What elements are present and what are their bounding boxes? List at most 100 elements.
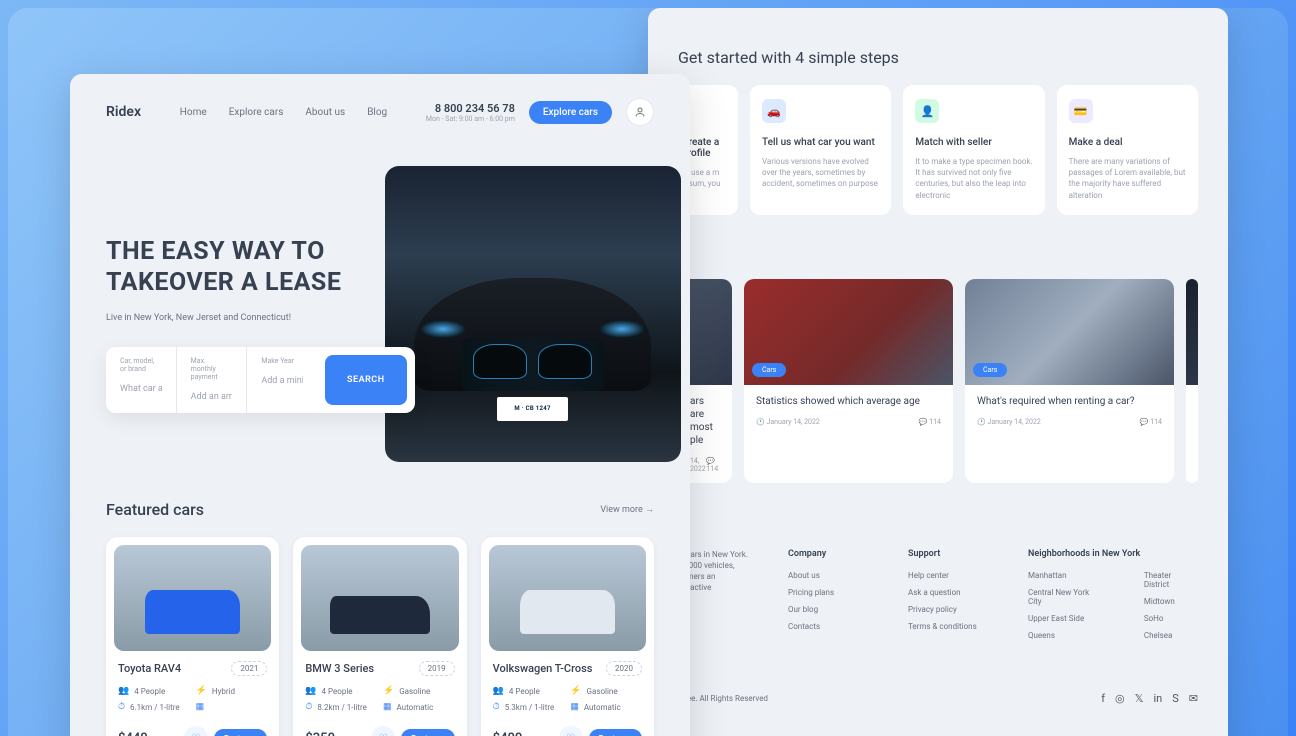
year-badge: 2019 xyxy=(419,661,455,676)
blog-badge: Cars xyxy=(973,363,1007,377)
rent-button[interactable]: Rent now xyxy=(401,729,454,736)
step-card: 💳 Make a deal There are many variations … xyxy=(1057,85,1198,215)
car-card: Volkswagen T-Cross2020 👥4 People ⚡Gasoli… xyxy=(481,537,654,736)
blog-image: Cars xyxy=(744,279,953,385)
rent-button[interactable]: Rent now xyxy=(214,729,267,736)
view-more-link[interactable]: View more → xyxy=(600,504,654,515)
favorite-button[interactable]: ♡ xyxy=(559,726,583,736)
nav-blog[interactable]: Blog xyxy=(367,107,387,118)
search-bar: Car, model, or brand Max. monthly paymen… xyxy=(106,347,415,413)
footer-link[interactable]: Contacts xyxy=(788,622,868,631)
footer: al cars in New York. 19,000 vehicles, su… xyxy=(678,549,1198,705)
favorite-button[interactable]: ♡ xyxy=(184,726,208,736)
search-label-year: Make Year xyxy=(261,357,303,365)
featured-title: Featured cars xyxy=(106,500,204,519)
nav-about[interactable]: About us xyxy=(305,107,345,118)
search-input-model[interactable] xyxy=(120,384,162,394)
hero-image: M · CB 1247 xyxy=(385,166,681,462)
footer-link[interactable]: Central New York City xyxy=(1028,588,1104,606)
rent-button[interactable]: Rent now xyxy=(589,729,642,736)
footer-link[interactable]: Queens xyxy=(1028,631,1104,640)
logo[interactable]: Ridex xyxy=(106,104,141,120)
car-name: BMW 3 Series xyxy=(305,662,374,675)
footer-link[interactable]: Ask a question xyxy=(908,588,988,597)
skype-icon[interactable]: S xyxy=(1172,692,1179,705)
license-plate: M · CB 1247 xyxy=(497,397,568,421)
header: Ridex Home Explore cars About us Blog 8 … xyxy=(106,98,654,126)
footer-link[interactable]: Pricing plans xyxy=(788,588,868,597)
footer-link[interactable]: Upper East Side xyxy=(1028,614,1104,623)
car-price: $350 / month xyxy=(305,731,366,736)
steps-title: Get started with 4 simple steps xyxy=(678,48,1198,67)
footer-link[interactable]: Our blog xyxy=(788,605,868,614)
fuel-icon: ⚡ xyxy=(196,686,207,696)
blog-card[interactable]: Cars What's required when renting a car?… xyxy=(965,279,1174,483)
blog-row: ars are most ple 14, 2022💬 114 Cars Stat… xyxy=(678,279,1198,483)
copyright: adee. All Rights Reserved xyxy=(678,694,768,703)
year-badge: 2021 xyxy=(231,661,267,676)
gauge-icon: ⏱ xyxy=(305,702,312,712)
blog-card[interactable]: Cars Statistics showed which average age… xyxy=(744,279,953,483)
front-panel: Ridex Home Explore cars About us Blog 8 … xyxy=(70,74,690,736)
trans-icon: ▦ xyxy=(383,702,392,712)
blog-card[interactable] xyxy=(1186,279,1198,483)
car-card: BMW 3 Series2019 👥4 People ⚡Gasoline ⏱8.… xyxy=(293,537,466,736)
hero-subtitle: Live in New York, New Jerset and Connect… xyxy=(106,313,355,323)
footer-link[interactable]: About us xyxy=(788,571,868,580)
fuel-icon: ⚡ xyxy=(570,686,581,696)
footer-link[interactable]: Theater District xyxy=(1144,571,1198,589)
favorite-button[interactable]: ♡ xyxy=(371,726,395,736)
steps-row: Create a profile to use a m Ipsum, you 🚗… xyxy=(678,85,1198,215)
footer-link[interactable]: Privacy policy xyxy=(908,605,988,614)
footer-col-neighborhoods: Neighborhoods in New York Manhattan Cent… xyxy=(1028,549,1198,648)
footer-link[interactable]: Manhattan xyxy=(1028,571,1104,580)
car-thumb[interactable] xyxy=(301,545,458,651)
footer-col-company: Company About us Pricing plans Our blog … xyxy=(788,549,868,648)
search-input-year[interactable] xyxy=(261,376,303,386)
footer-link[interactable]: Help center xyxy=(908,571,988,580)
year-badge: 2020 xyxy=(606,661,642,676)
facebook-icon[interactable]: f xyxy=(1101,692,1105,705)
user-icon: 👤 xyxy=(915,99,939,123)
social-links: f ◎ 𝕏 in S ✉ xyxy=(1101,692,1198,705)
user-icon-button[interactable] xyxy=(626,98,654,126)
instagram-icon[interactable]: ◎ xyxy=(1115,692,1125,705)
hero: THE EASY WAY TOTAKEOVER A LEASE Live in … xyxy=(106,166,654,462)
people-icon: 👥 xyxy=(305,686,316,696)
nav-explore[interactable]: Explore cars xyxy=(229,107,284,118)
car-name: Toyota RAV4 xyxy=(118,662,181,675)
car-thumb[interactable] xyxy=(114,545,271,651)
nav: Home Explore cars About us Blog xyxy=(180,107,387,118)
hero-title: THE EASY WAY TOTAKEOVER A LEASE xyxy=(106,236,355,299)
car-thumb[interactable] xyxy=(489,545,646,651)
car-price: $400 / month xyxy=(493,731,554,736)
person-icon xyxy=(634,106,646,118)
car-icon: 🚗 xyxy=(762,99,786,123)
gauge-icon: ⏱ xyxy=(118,702,125,712)
twitter-icon[interactable]: 𝕏 xyxy=(1135,692,1144,705)
footer-link[interactable]: Midtown xyxy=(1144,597,1198,606)
trans-icon: ▦ xyxy=(570,702,579,712)
footer-link[interactable]: SoHo xyxy=(1144,614,1198,623)
blog-image xyxy=(1186,279,1198,385)
search-input-payment[interactable] xyxy=(191,392,233,402)
trans-icon: ▦ xyxy=(196,702,205,712)
blog-badge: Cars xyxy=(752,363,786,377)
card-icon: 💳 xyxy=(1069,99,1093,123)
step-card: 👤 Match with seller It to make a type sp… xyxy=(903,85,1044,215)
linkedin-icon[interactable]: in xyxy=(1154,692,1163,705)
explore-cars-button[interactable]: Explore cars xyxy=(529,101,612,124)
fuel-icon: ⚡ xyxy=(383,686,394,696)
search-label-payment: Max. monthly payment xyxy=(191,357,233,381)
footer-link[interactable]: Chelsea xyxy=(1144,631,1198,640)
mail-icon[interactable]: ✉ xyxy=(1189,692,1198,705)
blog-image: Cars xyxy=(965,279,1174,385)
footer-col-support: Support Help center Ask a question Priva… xyxy=(908,549,988,648)
search-button[interactable]: SEARCH xyxy=(325,355,407,405)
search-label-model: Car, model, or brand xyxy=(120,357,162,373)
people-icon: 👥 xyxy=(493,686,504,696)
car-price: $440 / month xyxy=(118,731,179,736)
nav-home[interactable]: Home xyxy=(180,107,207,118)
footer-link[interactable]: Terms & conditions xyxy=(908,622,988,631)
gauge-icon: ⏱ xyxy=(493,702,500,712)
